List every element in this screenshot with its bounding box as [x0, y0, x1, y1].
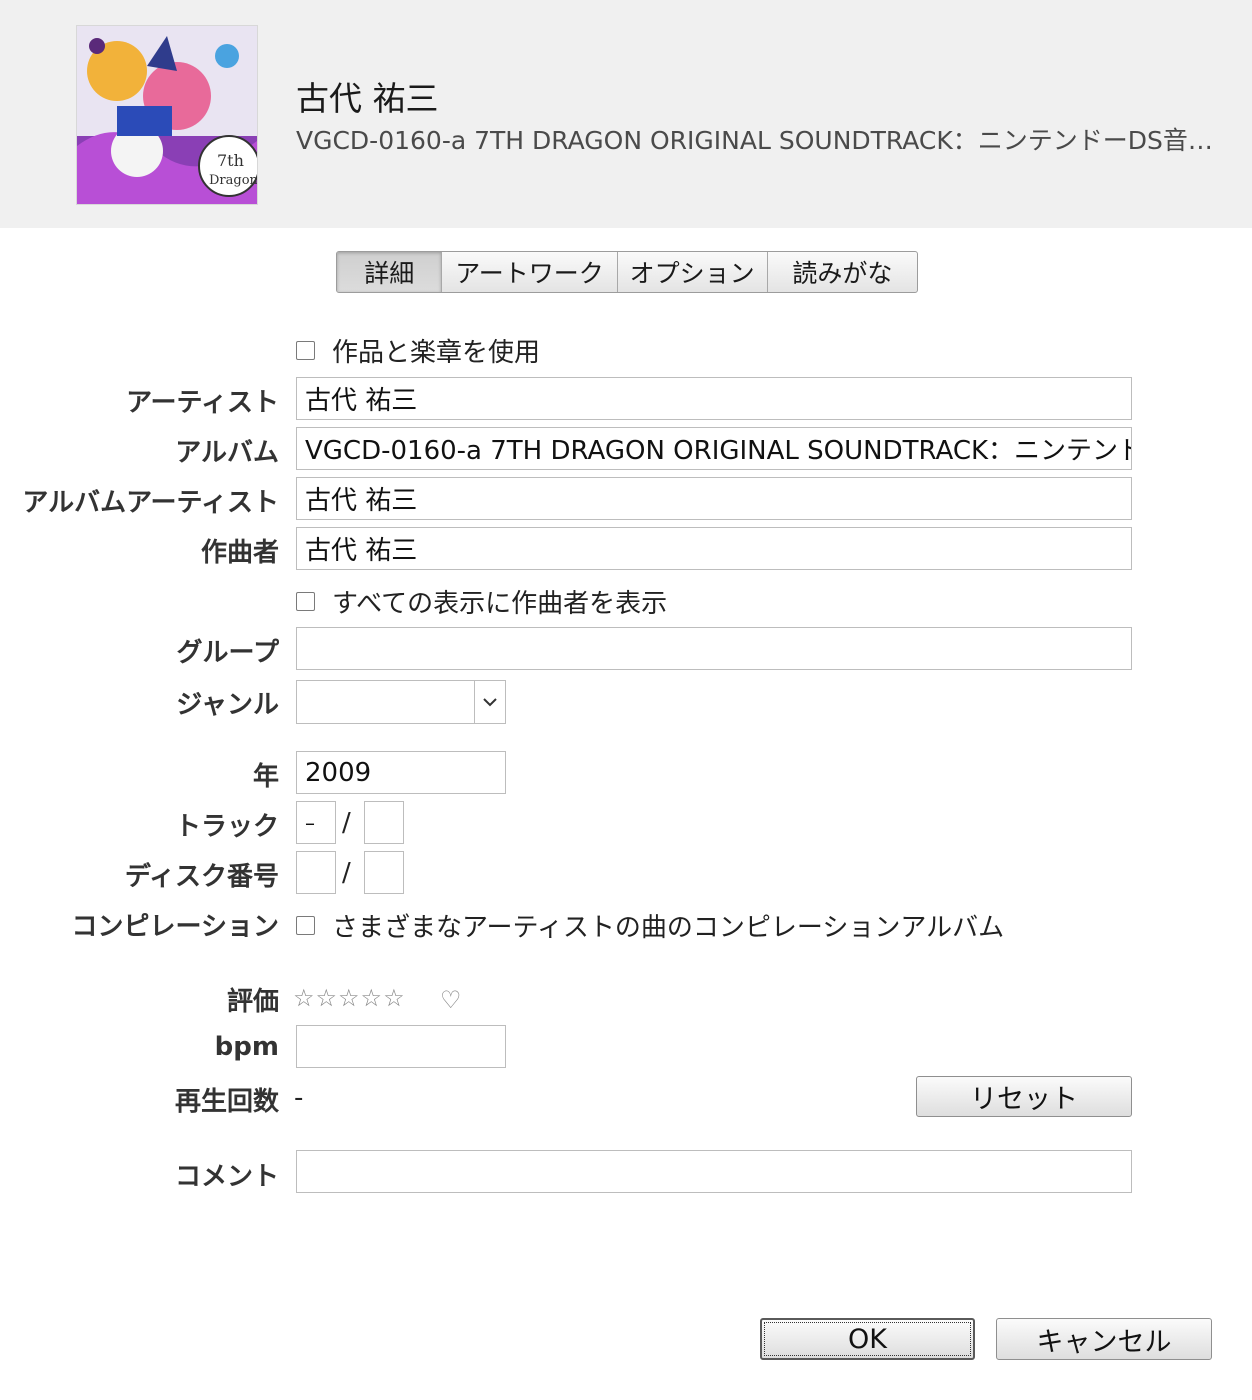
- play-count-value: -: [294, 1083, 304, 1113]
- header: 7th Dragon 古代 祐三 VGCD-0160-a 7TH DRAGON …: [0, 0, 1252, 228]
- composer-label: 作曲者: [200, 538, 279, 568]
- year-label: 年: [252, 762, 279, 792]
- disc-number-field[interactable]: [296, 851, 336, 894]
- compilation-row: さまざまなアーティストの曲のコンピレーションアルバム: [296, 907, 1004, 944]
- album-artist-field[interactable]: 古代 祐三: [296, 477, 1132, 520]
- tab-artwork[interactable]: アートワーク: [442, 252, 618, 292]
- album-subtitle: VGCD-0160-a 7TH DRAGON ORIGINAL SOUNDTRA…: [296, 126, 1216, 155]
- artist-value: 古代 祐三: [305, 386, 418, 416]
- album-value: VGCD-0160-a 7TH DRAGON ORIGINAL SOUNDTRA…: [305, 436, 1132, 466]
- track-total-field[interactable]: [364, 801, 404, 844]
- rating-label: 評価: [226, 987, 279, 1017]
- track-label: トラック: [174, 812, 279, 842]
- reset-button[interactable]: リセット: [916, 1076, 1132, 1117]
- disc-slash: /: [342, 858, 351, 888]
- use-work-movement-label: 作品と楽章を使用: [332, 338, 541, 368]
- disc-label: ディスク番号: [124, 862, 279, 892]
- bpm-label: bpm: [214, 1032, 279, 1062]
- play-count-label: 再生回数: [174, 1087, 279, 1117]
- rating-stars[interactable]: ☆☆☆☆☆: [293, 984, 406, 1012]
- chevron-down-icon[interactable]: [474, 681, 505, 723]
- show-composer-label: すべての表示に作曲者を表示: [332, 589, 668, 619]
- tab-options[interactable]: オプション: [618, 252, 768, 292]
- compilation-label: コンピレーション: [71, 912, 279, 942]
- compilation-checkbox[interactable]: [296, 916, 315, 935]
- compilation-checkbox-label: さまざまなアーティストの曲のコンピレーションアルバム: [332, 913, 1005, 943]
- svg-text:Dragon: Dragon: [209, 173, 257, 188]
- show-composer-row: すべての表示に作曲者を表示: [296, 583, 667, 620]
- track-slash: /: [342, 808, 351, 838]
- grouping-field[interactable]: [296, 627, 1132, 670]
- tab-reading[interactable]: 読みがな: [768, 252, 917, 292]
- heart-icon[interactable]: ♡: [440, 986, 462, 1014]
- bpm-field[interactable]: [296, 1025, 506, 1068]
- genre-select[interactable]: [296, 680, 506, 724]
- genre-value: [297, 681, 474, 723]
- tab-bar: 詳細 アートワーク オプション 読みがな: [336, 251, 918, 293]
- artist-field[interactable]: 古代 祐三: [296, 377, 1132, 420]
- cancel-button[interactable]: キャンセル: [996, 1318, 1212, 1360]
- use-work-movement-row: 作品と楽章を使用: [296, 332, 540, 369]
- genre-label: ジャンル: [176, 690, 279, 720]
- grouping-label: グループ: [176, 638, 279, 668]
- track-artist-title: 古代 祐三: [296, 79, 439, 118]
- artist-label: アーティスト: [126, 388, 279, 418]
- composer-field[interactable]: 古代 祐三: [296, 527, 1132, 570]
- composer-value: 古代 祐三: [305, 536, 418, 566]
- album-artist-label: アルバムアーティスト: [22, 488, 279, 518]
- year-value: 2009: [305, 757, 372, 788]
- tab-details[interactable]: 詳細: [337, 252, 443, 292]
- comment-label: コメント: [174, 1162, 279, 1192]
- album-field[interactable]: VGCD-0160-a 7TH DRAGON ORIGINAL SOUNDTRA…: [296, 427, 1132, 470]
- use-work-movement-checkbox[interactable]: [296, 341, 315, 360]
- comment-field[interactable]: [296, 1150, 1132, 1193]
- album-label: アルバム: [175, 438, 279, 468]
- svg-text:7th: 7th: [217, 151, 244, 170]
- disc-total-field[interactable]: [364, 851, 404, 894]
- track-number-field[interactable]: –: [296, 801, 336, 844]
- year-field[interactable]: 2009: [296, 751, 506, 794]
- ok-button[interactable]: OK: [760, 1318, 975, 1360]
- show-composer-checkbox[interactable]: [296, 592, 315, 611]
- track-number-value: –: [305, 810, 315, 835]
- album-artwork[interactable]: 7th Dragon: [76, 25, 258, 205]
- album-artist-value: 古代 祐三: [305, 486, 418, 516]
